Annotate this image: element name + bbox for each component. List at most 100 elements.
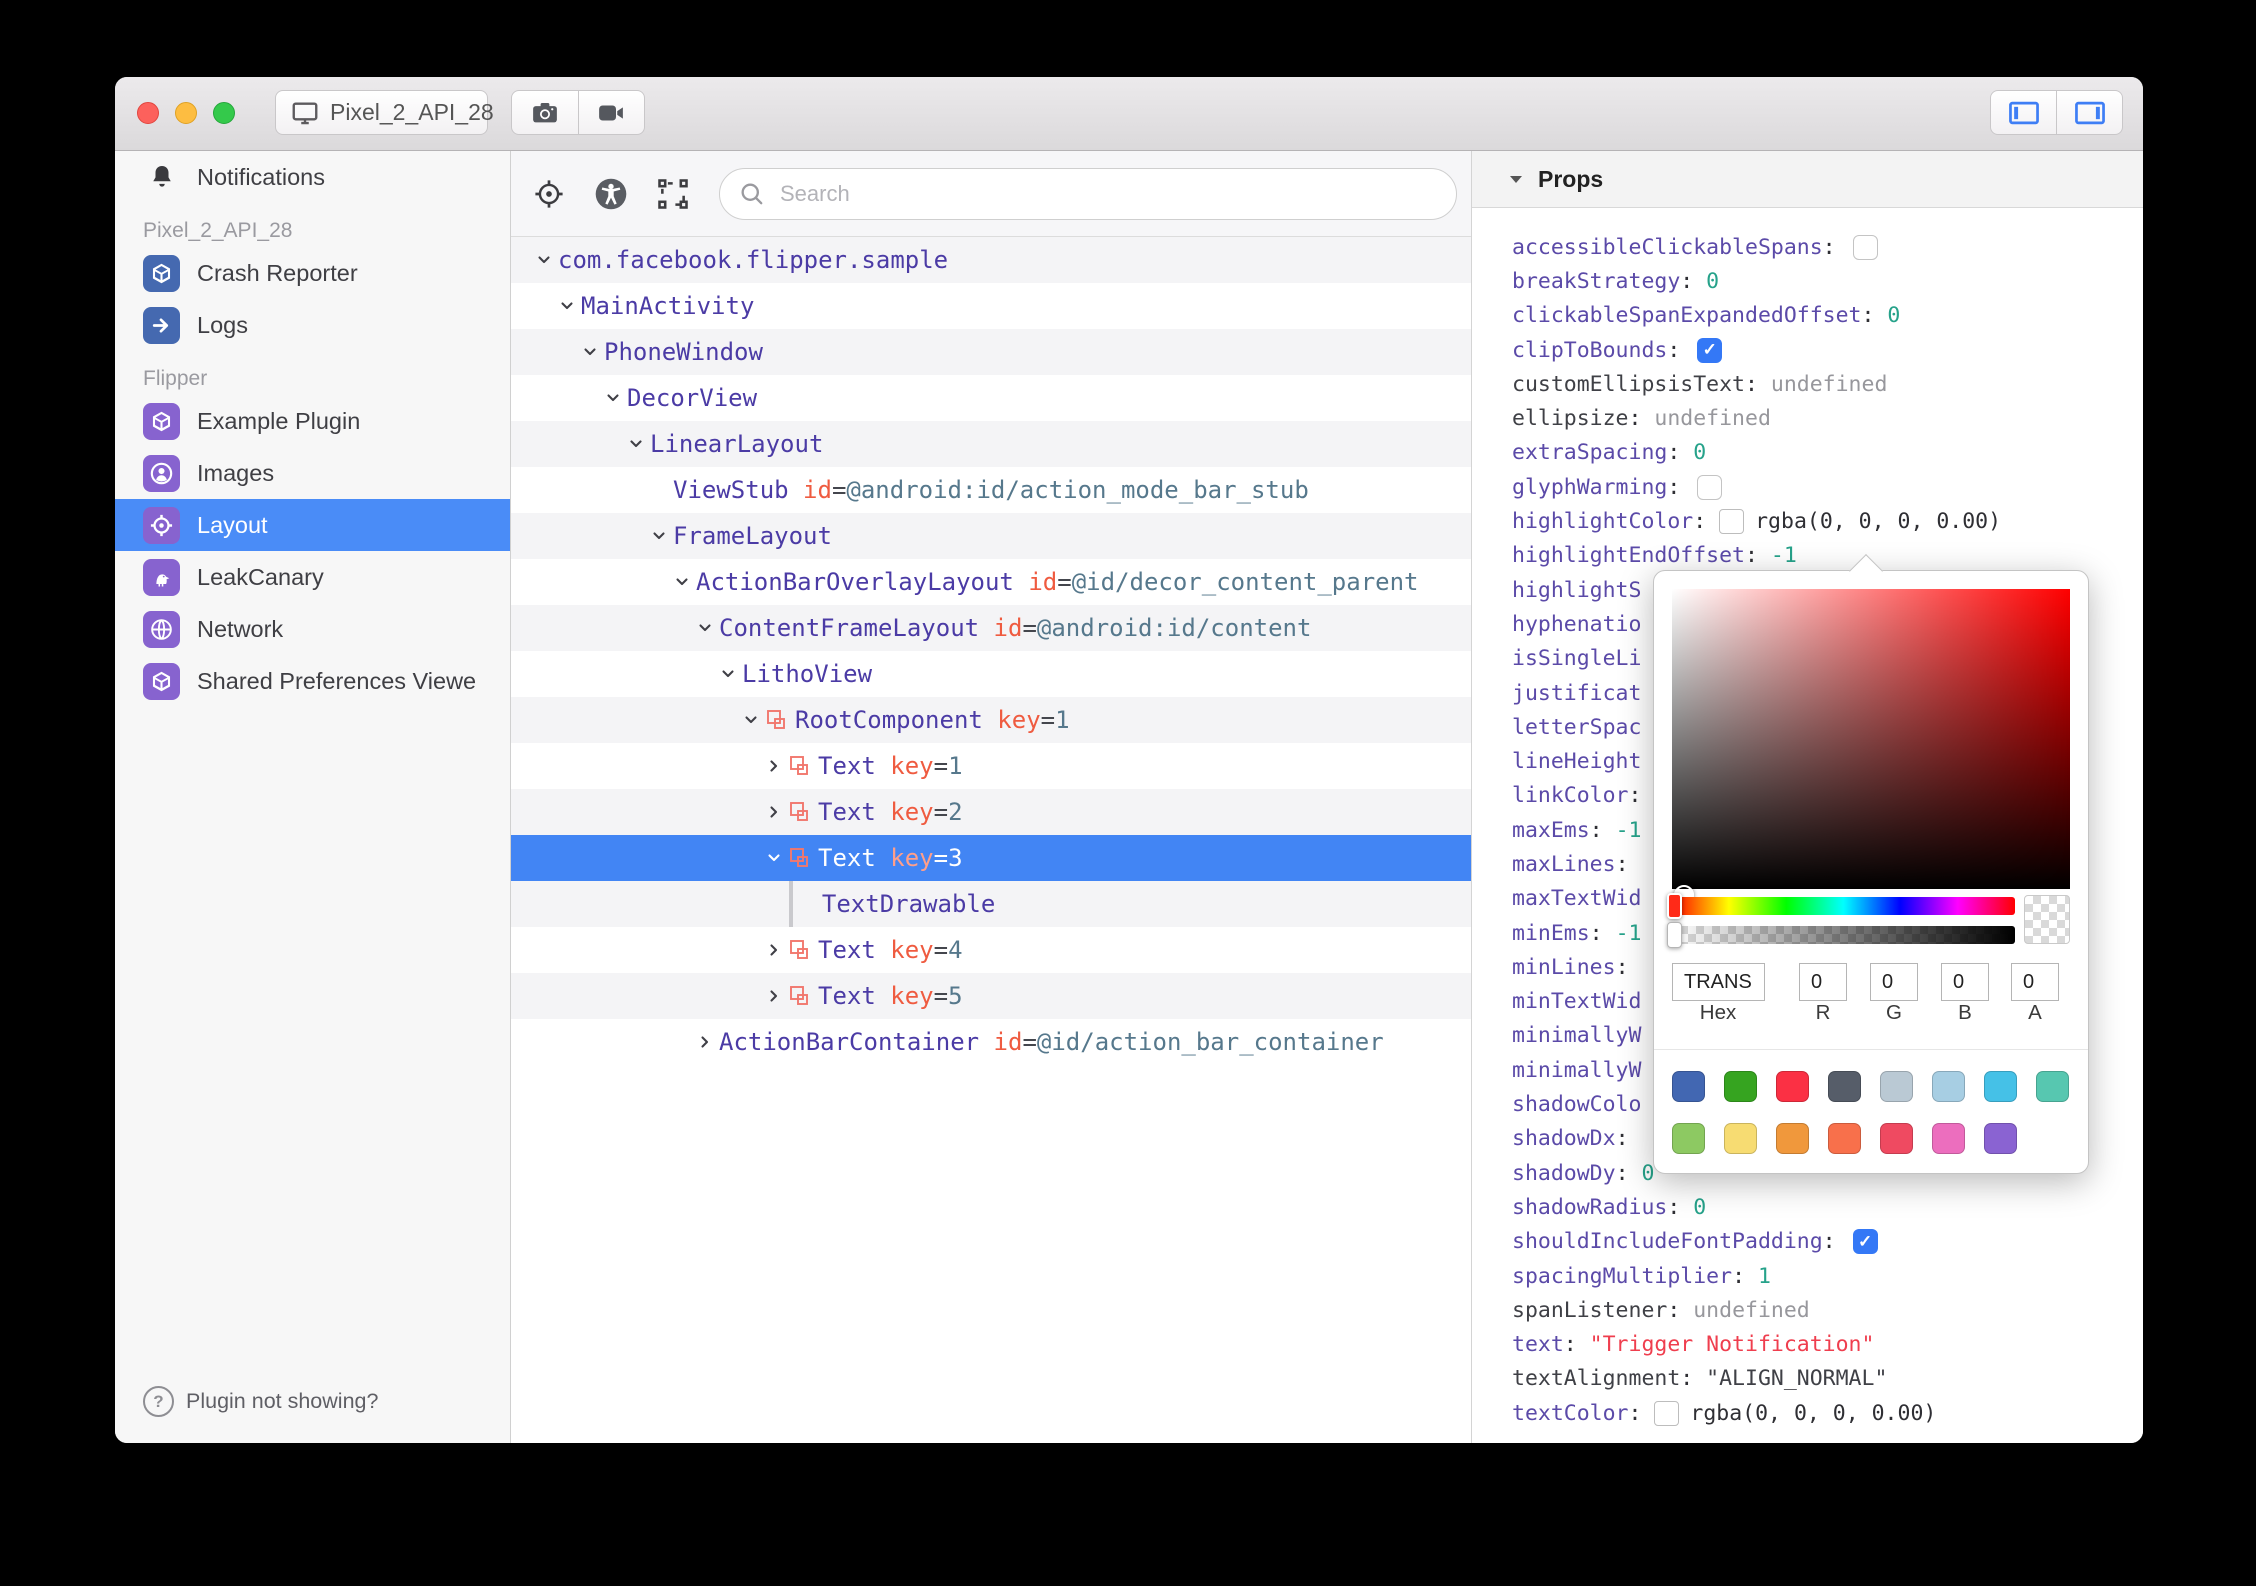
node-attr-equals: =	[1022, 614, 1037, 642]
target-mode-button[interactable]	[529, 177, 569, 211]
tree-row-text-2[interactable]: Text key = 2	[511, 789, 1471, 835]
tree-row-lithoview[interactable]: LithoView	[511, 651, 1471, 697]
sidebar-item-notifications[interactable]: Notifications	[115, 151, 510, 203]
alpha-slider-handle[interactable]	[1667, 922, 1682, 948]
alpha-input[interactable]	[2011, 963, 2059, 1001]
select-element-button[interactable]	[653, 176, 693, 212]
alpha-slider[interactable]	[1672, 926, 2015, 944]
chevron-down-icon[interactable]	[743, 712, 765, 728]
preset-color-swatch[interactable]	[1724, 1123, 1757, 1154]
tree-row-contentframelayout-@android:id/content[interactable]: ContentFrameLayout id = @android:id/conten…	[511, 605, 1471, 651]
color-swatch-checkbox[interactable]	[1719, 509, 1745, 535]
device-selector-button[interactable]: Pixel_2_API_28	[275, 90, 494, 135]
node-name: RootComponent	[795, 706, 983, 734]
sidebar-item-network[interactable]: Network	[115, 603, 510, 655]
blue-input[interactable]	[1941, 963, 1989, 1001]
checkbox-checked[interactable]: ✓	[1852, 1229, 1878, 1255]
preset-color-swatch[interactable]	[1828, 1123, 1861, 1154]
tree-row-linearlayout[interactable]: LinearLayout	[511, 421, 1471, 467]
prop-row-accessibleclickablespans: accessibleClickableSpans:	[1512, 230, 2143, 264]
chevron-down-icon[interactable]	[605, 390, 627, 406]
red-input[interactable]	[1799, 963, 1847, 1001]
tree-row-text-4[interactable]: Text key = 4	[511, 927, 1471, 973]
search-input[interactable]	[778, 179, 1438, 208]
chevron-right-icon[interactable]	[766, 988, 788, 1004]
chevron-down-icon[interactable]	[536, 252, 558, 268]
chevron-down-icon[interactable]	[766, 850, 788, 866]
hex-input[interactable]	[1672, 963, 1765, 1001]
prop-name: highlightS	[1512, 577, 1642, 603]
node-name: Text	[818, 798, 876, 826]
tree-row-framelayout[interactable]: FrameLayout	[511, 513, 1471, 559]
preset-color-swatch[interactable]	[1776, 1071, 1809, 1102]
chevron-down-icon[interactable]	[628, 436, 650, 452]
chevron-right-icon[interactable]	[766, 804, 788, 820]
chevron-down-icon[interactable]	[720, 666, 742, 682]
tree-row-actionbarcontainer-@id/action_bar_container[interactable]: ActionBarContainer id = @id/action_bar_con…	[511, 1019, 1471, 1065]
screen-record-button[interactable]	[577, 91, 645, 134]
prop-colon: :	[1628, 783, 1655, 809]
chevron-down-icon[interactable]	[651, 528, 673, 544]
tree-row-textdrawable[interactable]: TextDrawable	[511, 881, 1471, 927]
tree-row-rootcomponent-1[interactable]: RootComponent key = 1	[511, 697, 1471, 743]
sidebar-item-example-plugin[interactable]: Example Plugin	[115, 395, 510, 447]
tree-row-decorview[interactable]: DecorView	[511, 375, 1471, 421]
chevron-right-icon[interactable]	[766, 758, 788, 774]
preset-color-swatch[interactable]	[2036, 1071, 2069, 1102]
chevron-down-icon[interactable]	[582, 344, 604, 360]
preset-color-swatch[interactable]	[1776, 1123, 1809, 1154]
sidebar-item-crash-reporter[interactable]: Crash Reporter	[115, 247, 510, 299]
checkbox-unchecked[interactable]	[1697, 474, 1723, 500]
checkbox-unchecked[interactable]	[1852, 234, 1878, 260]
close-window-button[interactable]	[137, 102, 159, 124]
hue-slider-handle[interactable]	[1667, 893, 1682, 919]
preset-color-swatch[interactable]	[1828, 1071, 1861, 1102]
chevron-down-icon[interactable]	[674, 574, 696, 590]
preset-color-swatch[interactable]	[1932, 1123, 1965, 1154]
color-swatch-checkbox[interactable]	[1654, 1400, 1680, 1426]
toggle-right-sidebar-button[interactable]	[2056, 91, 2122, 134]
checkbox-checked[interactable]: ✓	[1697, 337, 1723, 363]
search-box[interactable]	[719, 167, 1457, 220]
preset-color-swatch[interactable]	[1672, 1123, 1705, 1154]
tree-row-com.facebook.flipper.sample[interactable]: com.facebook.flipper.sample	[511, 237, 1471, 283]
chevron-right-icon[interactable]	[697, 1034, 719, 1050]
zoom-window-button[interactable]	[213, 102, 235, 124]
preset-color-swatch[interactable]	[1880, 1123, 1913, 1154]
sidebar-item-logs[interactable]: Logs	[115, 299, 510, 351]
tree-row-text-5[interactable]: Text key = 5	[511, 973, 1471, 1019]
preset-color-swatch[interactable]	[1672, 1071, 1705, 1102]
plugin-help-link[interactable]: ? Plugin not showing?	[143, 1386, 378, 1417]
sidebar-item-images[interactable]: Images	[115, 447, 510, 499]
props-header[interactable]: Props	[1472, 151, 2143, 208]
prop-row-glyphwarming: glyphWarming:	[1512, 470, 2143, 504]
hue-slider[interactable]	[1672, 897, 2015, 915]
node-name: Text	[818, 982, 876, 1010]
accessibility-mode-button[interactable]	[591, 176, 631, 212]
sidebar-item-shared-preferences-viewe[interactable]: Shared Preferences Viewe	[115, 655, 510, 707]
tree-row-viewstub-@android:id/action_mode_bar_stub[interactable]: ViewStub id = @android:id/action_mode_bar_…	[511, 467, 1471, 513]
tree-row-text-1[interactable]: Text key = 1	[511, 743, 1471, 789]
prop-value: -1	[1615, 920, 1642, 946]
preset-color-swatch[interactable]	[1724, 1071, 1757, 1102]
tree-row-actionbaroverlaylayout-@id/decor_content_parent[interactable]: ActionBarOverlayLayout id = @id/decor_cont…	[511, 559, 1471, 605]
toggle-left-sidebar-button[interactable]	[1991, 91, 2056, 134]
preset-color-swatch[interactable]	[1880, 1071, 1913, 1102]
screenshot-button[interactable]	[512, 91, 578, 134]
preset-color-swatch[interactable]	[1932, 1071, 1965, 1102]
saturation-gradient[interactable]	[1672, 589, 2070, 905]
sidebar-toggle-group	[1990, 90, 2123, 135]
preset-color-swatch[interactable]	[1984, 1123, 2017, 1154]
minimize-window-button[interactable]	[175, 102, 197, 124]
sidebar-item-leakcanary[interactable]: LeakCanary	[115, 551, 510, 603]
capture-button-group	[511, 90, 645, 135]
green-input[interactable]	[1870, 963, 1918, 1001]
sidebar-item-layout[interactable]: Layout	[115, 499, 510, 551]
chevron-right-icon[interactable]	[766, 942, 788, 958]
chevron-down-icon[interactable]	[697, 620, 719, 636]
tree-row-text-3[interactable]: Text key = 3	[511, 835, 1471, 881]
preset-color-swatch[interactable]	[1984, 1071, 2017, 1102]
chevron-down-icon[interactable]	[559, 298, 581, 314]
tree-row-phonewindow[interactable]: PhoneWindow	[511, 329, 1471, 375]
tree-row-mainactivity[interactable]: MainActivity	[511, 283, 1471, 329]
